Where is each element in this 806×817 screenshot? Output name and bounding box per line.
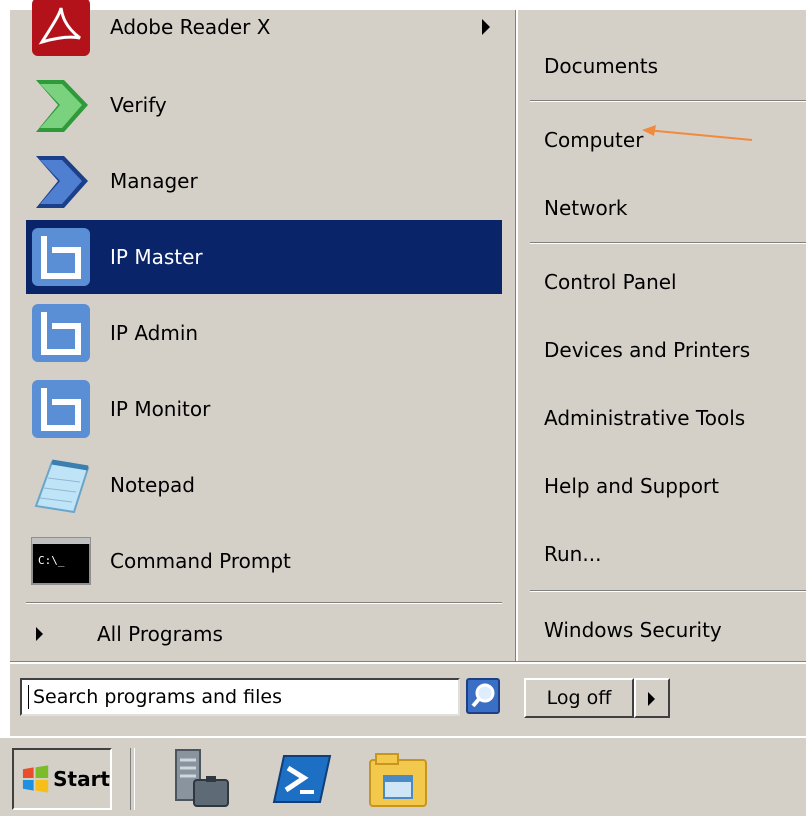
program-command-prompt[interactable]: C:\_ Command Prompt [26,524,502,598]
link-control-panel[interactable]: Control Panel [544,260,677,304]
link-devices-and-printers[interactable]: Devices and Printers [544,328,750,372]
search-placeholder: Search programs and files [33,686,282,708]
program-manager[interactable]: Manager [26,144,502,218]
link-network[interactable]: Network [544,186,628,230]
ip-master-icon [30,226,92,288]
program-label: Notepad [110,473,195,497]
start-menu: Adobe Reader X Verify Manager IP Master [8,0,806,736]
program-label: IP Monitor [110,397,211,421]
link-run[interactable]: Run... [544,532,601,576]
link-label: Control Panel [544,270,677,294]
program-notepad[interactable]: Notepad [26,448,502,522]
program-label: Command Prompt [110,549,291,573]
places-separator [530,590,806,592]
file-explorer-icon[interactable] [366,746,430,812]
all-programs[interactable]: All Programs [26,612,502,656]
link-help-and-support[interactable]: Help and Support [544,464,719,508]
manager-icon [30,150,92,212]
link-documents[interactable]: Documents [544,44,658,88]
text-cursor [28,685,29,709]
search-button[interactable] [466,678,500,714]
places-separator [530,100,806,102]
all-programs-label: All Programs [97,622,223,646]
program-label: Adobe Reader X [110,15,271,39]
start-menu-footer: Search programs and files Log off [10,662,806,740]
program-verify[interactable]: Verify [26,68,502,142]
places-separator [530,242,806,244]
search-icon [471,683,495,708]
link-computer[interactable]: Computer [544,118,643,162]
program-label: Manager [110,169,198,193]
program-label: IP Admin [110,321,199,345]
start-label: Start [53,767,110,791]
command-prompt-icon: C:\_ [30,530,92,592]
log-off-button[interactable]: Log off [524,678,634,718]
program-ip-master[interactable]: IP Master [26,220,502,294]
link-label: Network [544,196,628,220]
search-input[interactable]: Search programs and files [20,678,460,716]
link-label: Devices and Printers [544,338,751,362]
taskbar-separator [130,748,135,810]
places-pane: Documents Computer Network Control Panel… [516,10,806,662]
taskbar: Start [0,736,806,816]
link-label: Help and Support [544,474,719,498]
verify-icon [30,74,92,136]
link-administrative-tools[interactable]: Administrative Tools [544,396,806,440]
link-label: Administrative Tools [544,406,746,430]
ip-admin-icon [30,302,92,364]
program-label: IP Master [110,245,203,269]
link-label: Run... [544,542,602,566]
server-manager-icon[interactable] [168,746,232,812]
program-adobe-reader[interactable]: Adobe Reader X [26,0,502,64]
programs-separator [26,602,502,604]
log-off-label: Log off [546,687,612,709]
command-prompt-icon-text: C:\_ [38,554,65,567]
windows-logo-icon [22,765,49,793]
adobe-reader-icon [30,0,92,58]
program-ip-monitor[interactable]: IP Monitor [26,372,502,446]
link-label: Documents [544,54,659,78]
submenu-arrow-icon [482,19,490,35]
program-label: Verify [110,93,167,117]
notepad-icon [30,454,92,516]
link-label: Windows Security [544,618,722,642]
powershell-icon[interactable] [270,746,334,812]
start-button[interactable]: Start [12,748,112,810]
ip-monitor-icon [30,378,92,440]
programs-pane: Adobe Reader X Verify Manager IP Master [10,0,516,662]
program-ip-admin[interactable]: IP Admin [26,296,502,370]
shutdown-options-button[interactable] [634,678,670,718]
link-windows-security[interactable]: Windows Security [544,608,722,652]
annotation-arrow-icon [642,125,753,141]
link-label: Computer [544,128,644,152]
expand-arrow-icon [36,627,43,641]
